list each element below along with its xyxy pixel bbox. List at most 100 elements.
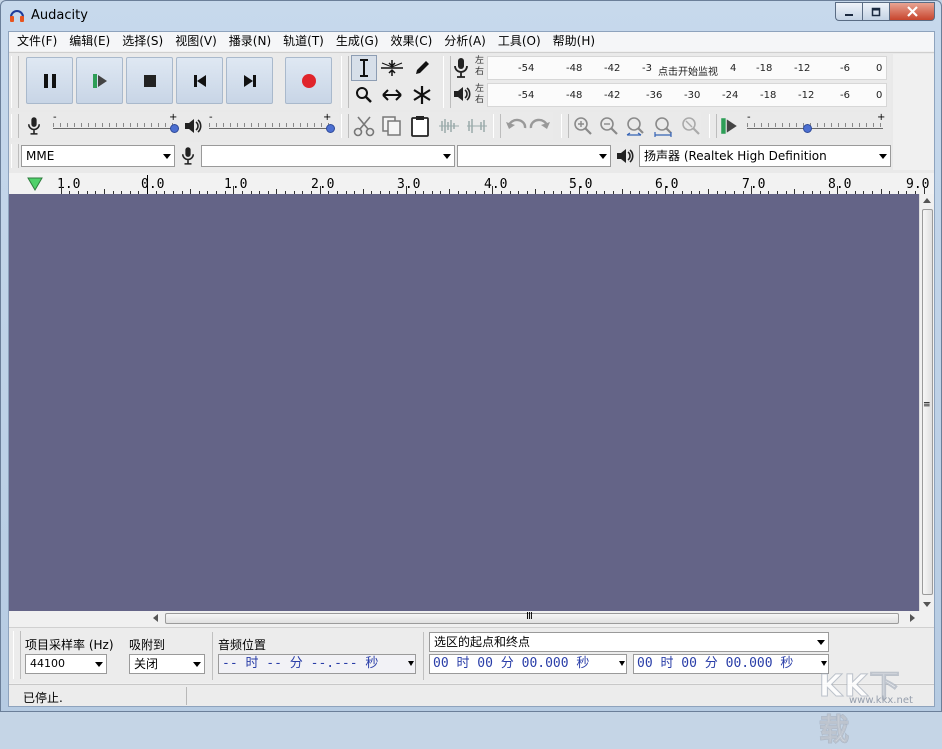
title-bar[interactable]: Audacity	[1, 1, 941, 31]
menu-item[interactable]: 帮助(H)	[547, 32, 601, 51]
minimize-button[interactable]	[835, 2, 862, 21]
play-volume-track[interactable]	[209, 128, 331, 129]
selection-tool[interactable]	[351, 55, 377, 81]
play-meter-speaker-icon[interactable]	[452, 84, 472, 104]
zoom-in-icon[interactable]	[573, 116, 593, 136]
play-button[interactable]	[76, 57, 123, 104]
maximize-button[interactable]	[862, 2, 889, 21]
record-volume-track[interactable]	[53, 128, 175, 129]
skip-to-start-icon	[193, 74, 206, 87]
scale-label: -6	[840, 63, 850, 74]
scroll-down-icon[interactable]	[923, 602, 931, 607]
stop-button[interactable]	[126, 57, 173, 104]
zoom-toggle-icon[interactable]	[681, 116, 701, 136]
toolbar-grip[interactable]	[11, 144, 19, 168]
playback-device-select[interactable]: 扬声器 (Realtek High Definition	[639, 145, 891, 167]
status-bar: 已停止.	[9, 684, 934, 706]
multi-tool[interactable]	[409, 82, 435, 108]
toolbar-grip[interactable]	[11, 114, 19, 138]
menu-item[interactable]: 分析(A)	[438, 32, 492, 51]
recording-device-mic-icon	[181, 147, 195, 165]
record-volume-knob[interactable]	[170, 124, 179, 133]
toolbar-filler	[893, 54, 934, 170]
scroll-right-icon[interactable]	[910, 614, 915, 622]
trim-audio-icon[interactable]	[437, 117, 461, 135]
project-rate-select[interactable]: 44100	[25, 654, 107, 674]
scroll-up-icon[interactable]	[923, 198, 931, 203]
recording-channels-select[interactable]	[457, 145, 611, 167]
record-meter-mic-icon[interactable]	[453, 57, 469, 79]
cut-icon[interactable]	[353, 115, 375, 137]
separator	[212, 632, 213, 680]
paste-icon[interactable]	[409, 115, 431, 137]
toolbar-grip[interactable]	[493, 114, 501, 138]
chevron-down-icon	[95, 662, 103, 667]
toolbar-grip[interactable]	[341, 114, 349, 138]
horizontal-scroll-thumb[interactable]: Ⅲ	[165, 611, 899, 624]
asterisk-icon	[413, 86, 431, 104]
zoom-toolbar	[561, 112, 701, 140]
menu-item[interactable]: 视图(V)	[169, 32, 223, 51]
audio-host-select[interactable]: MME	[21, 145, 175, 167]
menu-item[interactable]: 生成(G)	[330, 32, 385, 51]
redo-icon[interactable]	[529, 116, 551, 136]
toolbar-grip[interactable]	[443, 56, 451, 108]
selection-mode-select[interactable]: 选区的起点和终点	[429, 632, 829, 652]
menu-item[interactable]: 效果(C)	[385, 32, 439, 51]
silence-audio-icon[interactable]	[465, 117, 489, 135]
maximize-icon	[871, 7, 881, 16]
menu-item[interactable]: 工具(O)	[492, 32, 547, 51]
horizontal-scrollbar[interactable]: Ⅲ	[149, 611, 919, 626]
vertical-scrollbar[interactable]: ≡	[919, 194, 934, 611]
toolbar-grip[interactable]	[341, 56, 349, 108]
record-meter-scale[interactable]: -54 -48 -42 -3 点击开始监视 4 -18 -12 -6 0	[487, 56, 887, 80]
zoom-out-icon[interactable]	[599, 116, 619, 136]
play-head-triangle-icon[interactable]	[27, 177, 43, 191]
undo-icon[interactable]	[505, 116, 527, 136]
ruler-label: 2.0	[311, 177, 335, 192]
recording-device-select[interactable]	[201, 145, 455, 167]
scroll-left-icon[interactable]	[153, 614, 158, 622]
menu-item[interactable]: 选择(S)	[116, 32, 169, 51]
time-shift-tool[interactable]	[379, 82, 405, 108]
skip-to-end-button[interactable]	[226, 57, 273, 104]
menu-item[interactable]: 编辑(E)	[63, 32, 116, 51]
snap-to-select[interactable]: 关闭	[129, 654, 205, 674]
copy-icon[interactable]	[381, 115, 403, 137]
skip-to-start-button[interactable]	[176, 57, 223, 104]
draw-tool[interactable]	[409, 55, 435, 81]
play-meter-scale[interactable]: -54 -48 -42 -36 -30 -24 -18 -12 -6 0	[487, 83, 887, 107]
pause-button[interactable]	[26, 57, 73, 104]
play-icon	[92, 73, 107, 88]
project-rate-label: 项目采样率 (Hz)	[25, 638, 114, 652]
client-area: 文件(F) 编辑(E) 选择(S) 视图(V) 播录(N) 轨道(T) 生成(G) 效果(C)…	[8, 31, 935, 707]
envelope-tool[interactable]	[379, 55, 405, 81]
ruler-tick	[837, 186, 839, 194]
selection-start-field[interactable]: 00 时 00 分 00.000 秒	[429, 654, 627, 674]
zoom-tool[interactable]	[351, 82, 377, 108]
vertical-scroll-thumb[interactable]: ≡	[922, 209, 933, 595]
fit-selection-icon[interactable]	[625, 116, 647, 138]
speed-knob[interactable]	[803, 124, 813, 133]
record-button[interactable]	[285, 57, 332, 104]
menu-item[interactable]: 播录(N)	[223, 32, 277, 51]
selection-end-field[interactable]: 00 时 00 分 00.000 秒	[633, 654, 829, 674]
play-volume-knob[interactable]	[326, 124, 335, 133]
fit-project-icon[interactable]	[653, 116, 675, 138]
menu-item[interactable]: 文件(F)	[11, 32, 63, 51]
ruler-label: 0.0	[141, 177, 165, 192]
close-button[interactable]	[889, 2, 935, 21]
selection-end-value: 00 时 00 分 00.000 秒	[637, 656, 794, 671]
speed-track[interactable]	[747, 128, 883, 129]
toolbar-grip[interactable]	[11, 56, 19, 108]
ruler-tick	[578, 186, 580, 194]
toolbar-grip[interactable]	[709, 114, 717, 138]
menu-item[interactable]: 轨道(T)	[277, 32, 330, 51]
audio-position-field[interactable]: -- 时 -- 分 --.--- 秒	[218, 654, 416, 674]
track-area[interactable]	[9, 194, 919, 611]
toolbar-grip[interactable]	[561, 114, 569, 138]
toolbar-grip[interactable]	[13, 631, 21, 679]
play-at-speed-icon[interactable]	[719, 117, 739, 135]
timeline-ruler[interactable]: 1.0 0.0 1.0 2.0 3.0 4.0 5.0 6.0 7.0 8.0 9.0	[9, 173, 934, 195]
chevron-down-icon	[619, 661, 625, 666]
